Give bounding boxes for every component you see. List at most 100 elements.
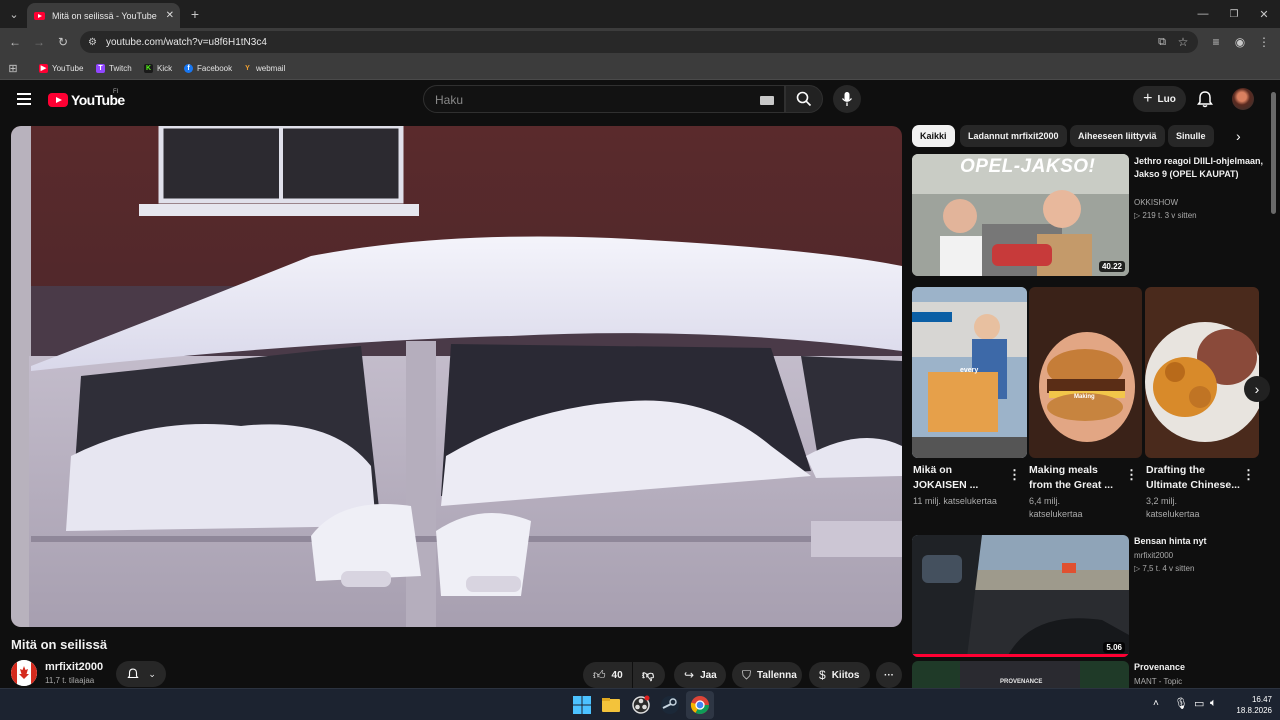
bookmark-star-icon[interactable]: ☆ bbox=[1175, 34, 1191, 50]
network-icon[interactable]: ▭ bbox=[1194, 697, 1204, 710]
chrome-icon[interactable] bbox=[690, 695, 710, 715]
bookmark-label: Facebook bbox=[197, 63, 233, 73]
search-button[interactable] bbox=[785, 85, 823, 113]
like-button[interactable]: 👍︎ 40 bbox=[583, 662, 632, 688]
obs-studio-icon[interactable] bbox=[631, 695, 651, 715]
related-video-thumbnail[interactable]: 5.06 bbox=[912, 535, 1129, 657]
subscription-bell-button[interactable]: ⌄ bbox=[116, 661, 166, 687]
short-title-line1[interactable]: Drafting the bbox=[1146, 463, 1205, 478]
chips-next-chevron-icon[interactable]: › bbox=[1236, 128, 1241, 144]
short-views: 6,4 milj. bbox=[1029, 496, 1061, 506]
url-text: youtube.com/watch?v=u8f6H1tN3c4 bbox=[105, 36, 267, 48]
steam-icon[interactable] bbox=[660, 695, 680, 715]
forward-icon[interactable]: → bbox=[31, 34, 47, 50]
bookmarks-bar: ⊞ ▶ YouTube T Twitch K Kick f Facebook Ywebm… bbox=[0, 56, 1280, 80]
chip-uploaded-by[interactable]: Ladannut mrfixit2000 bbox=[960, 125, 1067, 147]
video-player[interactable] bbox=[11, 126, 902, 627]
dislike-button[interactable]: 👎︎ bbox=[633, 662, 665, 688]
account-avatar[interactable] bbox=[1232, 88, 1254, 110]
bookmark-youtube[interactable]: ▶ YouTube bbox=[39, 61, 83, 75]
restore-icon[interactable]: ❐ bbox=[1224, 4, 1244, 24]
related-video-thumbnail[interactable]: PROVENANCE bbox=[912, 661, 1129, 688]
tab-close-icon[interactable]: ✕ bbox=[166, 10, 174, 21]
media-control-icon[interactable]: ≡ bbox=[1208, 34, 1224, 50]
minimize-icon[interactable]: — bbox=[1193, 4, 1213, 24]
bookmark-label: Kick bbox=[157, 63, 173, 73]
short-title-line2[interactable]: from the Great ... bbox=[1029, 478, 1113, 493]
youtube-favicon-icon bbox=[34, 11, 45, 20]
install-app-icon[interactable]: ⧉ bbox=[1154, 34, 1170, 50]
chip-related[interactable]: Aiheeseen liittyviä bbox=[1070, 125, 1165, 147]
canada-flag-icon bbox=[11, 660, 37, 686]
apps-grid-icon[interactable]: ⊞ bbox=[5, 60, 21, 76]
short-title-line2[interactable]: Ultimate Chinese... bbox=[1146, 478, 1240, 493]
create-button[interactable]: + Luo bbox=[1133, 86, 1186, 112]
channel-name[interactable]: mrfixit2000 bbox=[45, 661, 103, 673]
browser-tab-bar: ⌄ Mitä on seilissä - YouTube ✕ + — ❐ ✕ bbox=[0, 0, 1280, 28]
short-thumbnail[interactable]: Making bbox=[1029, 287, 1142, 458]
tab-search-icon[interactable]: ⌄ bbox=[4, 4, 24, 24]
volume-icon[interactable]: 🔈︎ bbox=[1210, 697, 1217, 710]
thumbnail-overlay-text: OPEL-JAKSO! bbox=[960, 156, 1096, 177]
shorts-next-chevron-icon[interactable]: › bbox=[1244, 376, 1270, 402]
bookmark-twitch[interactable]: T Twitch bbox=[96, 61, 132, 75]
windows-taskbar: ˄ 🎙︎ ▭ 🔈︎ 16.47 18.8.2026 bbox=[0, 688, 1280, 720]
watch-progress-bar bbox=[912, 654, 1129, 657]
tray-chevron-up-icon[interactable]: ˄ bbox=[1153, 698, 1159, 709]
short-more-icon[interactable]: ⋮ bbox=[1242, 467, 1255, 483]
window-close-icon[interactable]: ✕ bbox=[1254, 4, 1274, 24]
short-title-line1[interactable]: Mikä on bbox=[913, 463, 952, 478]
bookmark-kick[interactable]: K Kick bbox=[144, 61, 172, 75]
bookmark-facebook[interactable]: f Facebook bbox=[184, 61, 232, 75]
youtube-logo-icon bbox=[48, 93, 68, 107]
thumbnail-image bbox=[1145, 287, 1259, 458]
browser-tab[interactable]: Mitä on seilissä - YouTube ✕ bbox=[27, 3, 180, 28]
taskbar-clock[interactable]: 16.47 18.8.2026 bbox=[1236, 694, 1272, 716]
short-more-icon[interactable]: ⋮ bbox=[1125, 467, 1138, 483]
tab-title: Mitä on seilissä - YouTube bbox=[52, 10, 157, 21]
more-actions-button[interactable]: ··· bbox=[876, 662, 902, 688]
file-explorer-icon[interactable] bbox=[601, 695, 621, 715]
kick-icon: K bbox=[144, 63, 153, 73]
bell-icon bbox=[127, 668, 139, 679]
related-video-meta: ▷ 219 t. 3 v sitten bbox=[1134, 211, 1197, 220]
plus-icon: + bbox=[1143, 90, 1153, 107]
related-video-title[interactable]: Provenance bbox=[1134, 661, 1185, 674]
short-more-icon[interactable]: ⋮ bbox=[1008, 467, 1021, 483]
address-bar[interactable]: ⚙ youtube.com/watch?v=u8f6H1tN3c4 bbox=[80, 31, 1198, 53]
related-video-title[interactable]: Jethro reagoi DIILI-ohjelmaan, Jakso 9 (… bbox=[1134, 155, 1264, 181]
bookmark-webmail[interactable]: Ywebmail bbox=[243, 61, 285, 75]
chip-all[interactable]: Kaikki bbox=[912, 125, 955, 147]
short-thumbnail[interactable]: every bbox=[912, 287, 1027, 458]
short-title-line1[interactable]: Making meals bbox=[1029, 463, 1098, 478]
short-overlay-text: every bbox=[960, 367, 979, 374]
back-icon[interactable]: ← bbox=[7, 34, 23, 50]
related-video-channel[interactable]: MANT - Topic bbox=[1134, 676, 1182, 687]
short-title-line2[interactable]: JOKAISEN ... bbox=[913, 478, 978, 493]
page-scrollbar[interactable] bbox=[1271, 92, 1276, 214]
thanks-button[interactable]: $ Kiitos bbox=[809, 662, 870, 688]
profile-icon[interactable]: ◉ bbox=[1232, 34, 1248, 50]
save-label: Tallenna bbox=[757, 669, 797, 681]
short-overlay-text: Making bbox=[1074, 394, 1095, 400]
site-info-icon[interactable]: ⚙ bbox=[88, 37, 97, 48]
related-video-title[interactable]: Bensan hinta nyt bbox=[1134, 535, 1264, 548]
reload-icon[interactable]: ↻ bbox=[55, 34, 71, 50]
related-video-channel[interactable]: mrfixit2000 bbox=[1134, 550, 1173, 561]
voice-search-button[interactable] bbox=[833, 85, 861, 113]
keyboard-icon[interactable] bbox=[760, 96, 774, 105]
notifications-bell-icon[interactable] bbox=[1195, 89, 1215, 109]
menu-icon[interactable]: ⋮ bbox=[1256, 34, 1272, 50]
hamburger-menu-icon[interactable] bbox=[17, 93, 31, 105]
related-video-channel[interactable]: OKKISHOW bbox=[1134, 197, 1178, 208]
short-thumbnail[interactable] bbox=[1145, 287, 1259, 458]
microphone-tray-icon[interactable]: 🎙︎ bbox=[1174, 697, 1188, 710]
related-video-thumbnail[interactable]: OPEL-JAKSO! 40.22 bbox=[912, 154, 1129, 276]
share-button[interactable]: ↪ Jaa bbox=[674, 662, 726, 688]
channel-avatar[interactable] bbox=[11, 660, 37, 686]
windows-start-icon[interactable] bbox=[572, 695, 592, 715]
search-input[interactable]: Haku bbox=[423, 85, 785, 113]
chip-for-you[interactable]: Sinulle bbox=[1168, 125, 1214, 147]
new-tab-icon[interactable]: + bbox=[185, 4, 205, 24]
save-button[interactable]: ⛉ Tallenna bbox=[732, 662, 802, 688]
